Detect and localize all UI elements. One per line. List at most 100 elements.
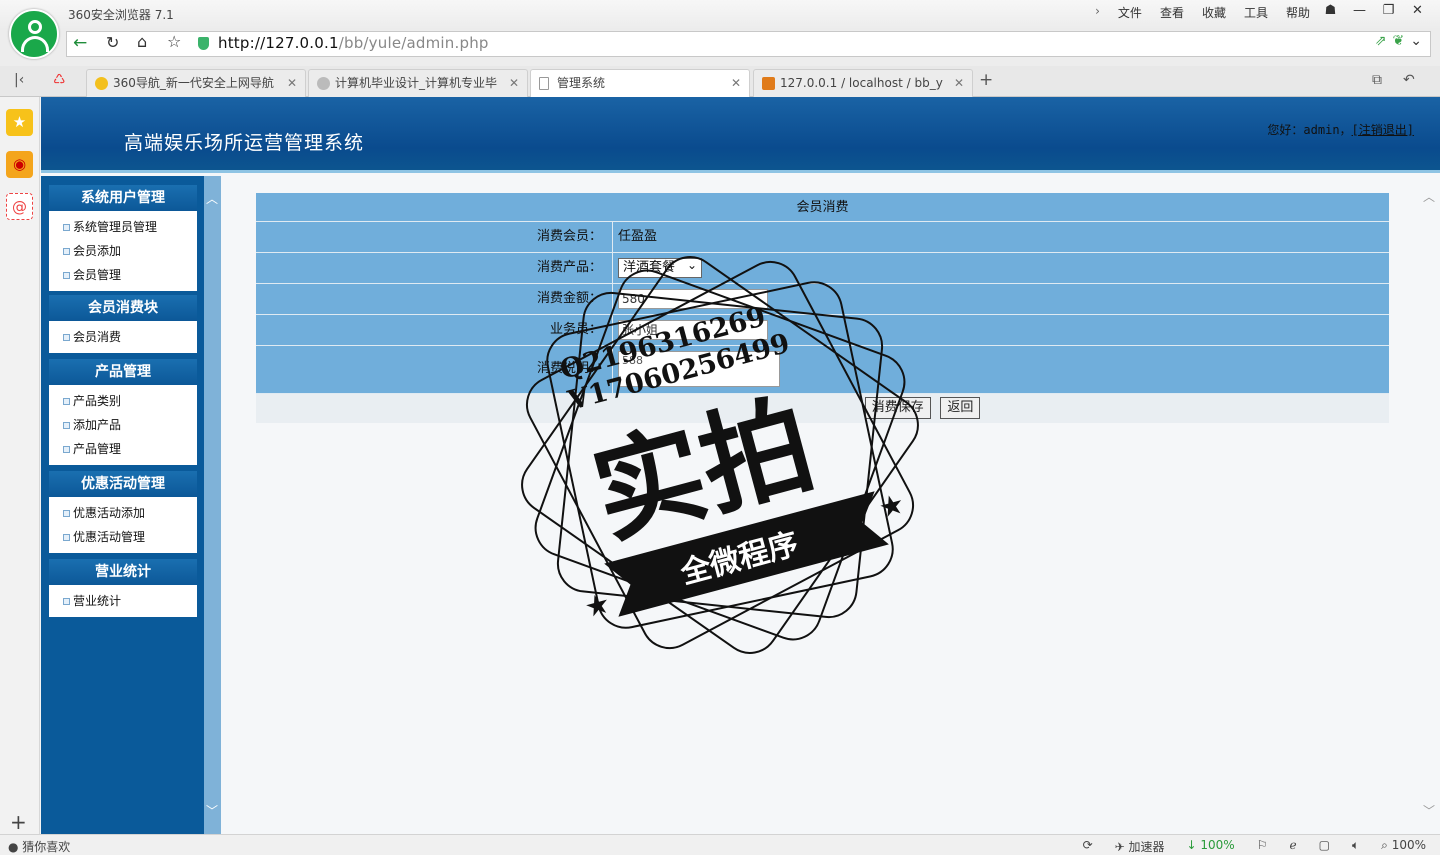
scroll-down-icon[interactable]: ﹀ <box>206 802 218 819</box>
tab-list-icon[interactable]: ⧉ <box>1372 72 1382 88</box>
dropdown-chevron-icon[interactable]: ⌄ <box>1410 33 1422 49</box>
address-actions: ⇗ ❦ ⌄ <box>1375 33 1422 49</box>
mail-icon[interactable]: @ <box>6 193 33 220</box>
menu-help[interactable]: 帮助 <box>1286 4 1310 21</box>
system-title: 高端娱乐场所运营管理系统 <box>124 132 365 154</box>
close-tab-icon[interactable]: ✕ <box>954 70 964 96</box>
leaf-icon[interactable]: ❦ <box>1393 33 1405 49</box>
flag-icon[interactable]: ⚐ <box>1257 838 1268 855</box>
undo-close-icon[interactable]: ↶ <box>1403 72 1415 88</box>
new-tab-button[interactable]: + <box>979 70 993 90</box>
refresh-icon[interactable]: ↻ <box>106 33 119 52</box>
nav-item-member-add[interactable]: 会员添加 <box>63 239 197 263</box>
tab-360-nav[interactable]: 360导航_新一代安全上网导航 ✕ <box>86 69 306 97</box>
close-tab-icon[interactable]: ✕ <box>731 70 741 96</box>
nav-item-statistics[interactable]: 营业统计 <box>63 589 197 613</box>
add-sidebar-icon[interactable]: + <box>10 810 27 834</box>
member-value: 任盈盈 <box>618 229 658 244</box>
ie-icon[interactable]: ℯ <box>1289 838 1296 855</box>
row-product: 消费产品： 洋酒套餐 <box>256 253 1389 284</box>
scroll-up-icon[interactable]: ︿ <box>206 190 218 207</box>
product-label: 消费产品： <box>256 253 613 283</box>
menu-file[interactable]: 文件 <box>1118 4 1142 21</box>
favorites-star-icon[interactable]: ★ <box>6 109 33 136</box>
zoom-level[interactable]: ⌕ 100% <box>1381 838 1426 855</box>
amount-input[interactable]: 580 <box>618 288 768 309</box>
left-navigation: 系统用户管理 系统管理员管理 会员添加 会员管理 会员消费块 会员消费 产品管理… <box>41 176 221 834</box>
nav-item-promotion-manage[interactable]: 优惠活动管理 <box>63 525 197 549</box>
browser-sidebar: ★ ◉ @ <box>0 97 40 834</box>
window-icon[interactable]: ▢ <box>1319 838 1330 855</box>
row-amount: 消费金额： 580 <box>256 284 1389 315</box>
star-favorite-icon[interactable]: ☆ <box>167 32 181 51</box>
nav-item-product-category[interactable]: 产品类别 <box>63 389 197 413</box>
nav-group-title[interactable]: 系统用户管理 <box>49 185 197 211</box>
nav-group-title[interactable]: 会员消费块 <box>49 295 197 321</box>
nav-item-member-manage[interactable]: 会员管理 <box>63 263 197 287</box>
minimize-button[interactable]: — <box>1345 1 1374 23</box>
nav-group-title[interactable]: 优惠活动管理 <box>49 471 197 497</box>
accelerator[interactable]: ✈ 加速器 <box>1115 838 1165 855</box>
product-select[interactable]: 洋酒套餐 <box>618 256 702 278</box>
note-textarea[interactable]: 588 <box>618 351 780 387</box>
status-bar: ● 猜你喜欢 ⟳ ✈ 加速器 ↓ 100% ⚐ ℯ ▢ 🔈︎ ⌕ 100% <box>0 834 1440 855</box>
recently-closed-icon[interactable]: ♺ <box>53 72 66 88</box>
menu-tools[interactable]: 工具 <box>1244 4 1268 21</box>
form-caption: 会员消费 <box>256 193 1389 222</box>
nav-group-title[interactable]: 营业统计 <box>49 559 197 585</box>
nav-collapse-bar[interactable]: ︿ ﹀ <box>204 176 221 834</box>
skin-icon[interactable]: ☗ <box>1316 1 1345 23</box>
nav-item-product-add[interactable]: 添加产品 <box>63 413 197 437</box>
compat-icon[interactable]: ⟳ <box>1083 838 1093 855</box>
user-avatar-icon[interactable] <box>9 9 59 59</box>
status-recommend[interactable]: ● 猜你喜欢 <box>8 838 70 855</box>
amount-label: 消费金额： <box>256 284 613 314</box>
nav-group-statistics: 营业统计 营业统计 <box>49 559 197 617</box>
web-page: 高端娱乐场所运营管理系统 您好：admin，[注销退出] 系统用户管理 系统管理… <box>41 97 1440 834</box>
browser-title-bar: 360安全浏览器 7.1 › 文件 查看 收藏 工具 帮助 ☗ — ❐ ✕ <box>0 0 1440 30</box>
user-greeting: 您好：admin，[注销退出] <box>1267 123 1414 137</box>
close-tab-icon[interactable]: ✕ <box>509 70 519 96</box>
phpmyadmin-icon <box>762 77 775 90</box>
row-member: 消费会员： 任盈盈 <box>256 222 1389 253</box>
nav-group-title[interactable]: 产品管理 <box>49 359 197 385</box>
tab-graduation-design[interactable]: 计算机毕业设计_计算机专业毕 ✕ <box>308 69 528 97</box>
tab-phpmyadmin[interactable]: 127.0.0.1 / localhost / bb_y ✕ <box>753 69 973 97</box>
volume-icon[interactable]: 🔈︎ <box>1352 838 1359 855</box>
url-text[interactable]: http://127.0.0.1/bb/yule/admin.php <box>218 34 489 52</box>
menu-view[interactable]: 查看 <box>1160 4 1184 21</box>
sidebar-toggle-icon[interactable]: |‹ <box>14 72 24 88</box>
weibo-icon[interactable]: ◉ <box>6 151 33 178</box>
download-progress[interactable]: ↓ 100% <box>1187 838 1235 855</box>
nav-item-promotion-add[interactable]: 优惠活动添加 <box>63 501 197 525</box>
page-scroll-up-icon[interactable]: ︿ <box>1423 188 1435 205</box>
browser-app-title: 360安全浏览器 7.1 <box>68 8 174 22</box>
chevron-right-icon[interactable]: › <box>1095 4 1100 21</box>
restore-button[interactable]: ❐ <box>1374 1 1403 23</box>
page-icon <box>539 77 549 90</box>
row-staff: 业务员： 张小姐 <box>256 315 1389 346</box>
site-favicon <box>317 77 330 90</box>
nav-item-member-consumption[interactable]: 会员消费 <box>63 325 197 349</box>
share-icon[interactable]: ⇗ <box>1375 33 1387 49</box>
member-label: 消费会员： <box>256 222 613 252</box>
nav-group-member-consumption: 会员消费块 会员消费 <box>49 295 197 353</box>
save-button[interactable]: 消费保存 <box>864 397 931 419</box>
360-logo-icon <box>95 77 108 90</box>
row-note: 消费说明： 588 <box>256 346 1389 394</box>
back-button[interactable]: 返回 <box>940 397 981 419</box>
close-window-button[interactable]: ✕ <box>1403 1 1432 23</box>
tab-admin-system[interactable]: 管理系统 ✕ <box>530 69 750 98</box>
address-row <box>0 30 1440 66</box>
nav-item-admin-manage[interactable]: 系统管理员管理 <box>63 215 197 239</box>
menu-favorites[interactable]: 收藏 <box>1202 4 1226 21</box>
logout-link[interactable]: [注销退出] <box>1352 123 1414 137</box>
staff-input[interactable]: 张小姐 <box>618 319 768 340</box>
browser-menu-bar: › 文件 查看 收藏 工具 帮助 <box>1095 4 1310 21</box>
nav-group-products: 产品管理 产品类别 添加产品 产品管理 <box>49 359 197 465</box>
nav-item-product-manage[interactable]: 产品管理 <box>63 437 197 461</box>
close-tab-icon[interactable]: ✕ <box>287 70 297 96</box>
back-arrow-icon[interactable]: ← <box>73 33 87 53</box>
page-scroll-down-icon[interactable]: ﹀ <box>1423 802 1435 819</box>
home-icon[interactable]: ⌂ <box>137 32 147 51</box>
